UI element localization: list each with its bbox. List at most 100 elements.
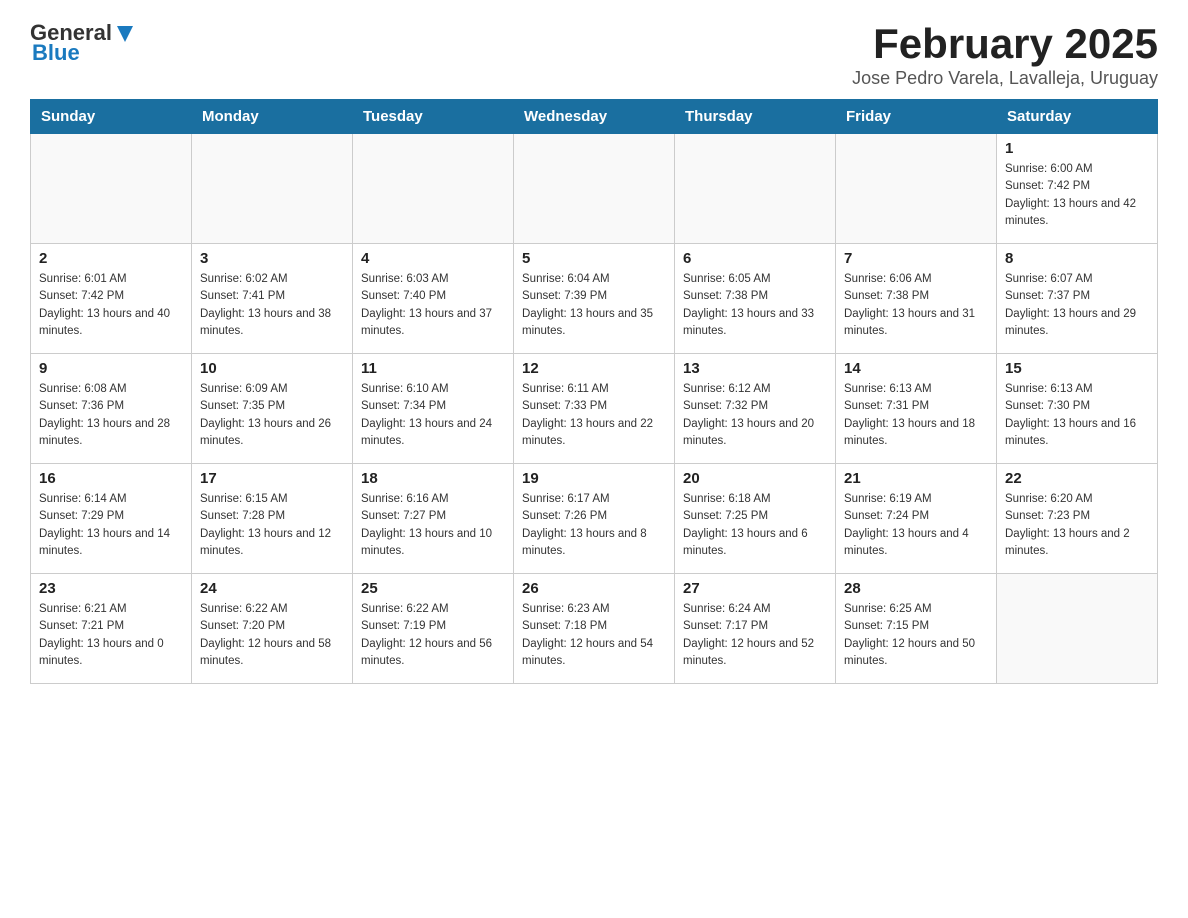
table-row: 27 Sunrise: 6:24 AMSunset: 7:17 PMDayligh… — [675, 574, 836, 684]
table-row: 24 Sunrise: 6:22 AMSunset: 7:20 PMDayligh… — [192, 574, 353, 684]
day-info: Sunrise: 6:02 AMSunset: 7:41 PMDaylight:… — [200, 271, 344, 340]
day-number: 22 — [1005, 470, 1149, 487]
table-row: 12Sunrise: 6:11 AMSunset: 7:33 PMDayligh… — [514, 354, 675, 464]
day-info: Sunrise: 6:04 AMSunset: 7:39 PMDaylight:… — [522, 271, 666, 340]
day-info: Sunrise: 6:22 AMSunset: 7:20 PMDaylight:… — [200, 601, 344, 670]
day-info: Sunrise: 6:23 AMSunset: 7:18 PMDaylight:… — [522, 601, 666, 670]
day-info: Sunrise: 6:24 AMSunset: 7:17 PMDaylight:… — [683, 601, 827, 670]
day-info: Sunrise: 6:13 AMSunset: 7:30 PMDaylight:… — [1005, 381, 1149, 450]
table-row: 4 Sunrise: 6:03 AMSunset: 7:40 PMDaylight… — [353, 244, 514, 354]
day-info: Sunrise: 6:01 AMSunset: 7:42 PMDaylight:… — [39, 271, 183, 340]
day-info: Sunrise: 6:20 AMSunset: 7:23 PMDaylight:… — [1005, 491, 1149, 560]
calendar-week-row: 1 Sunrise: 6:00 AMSunset: 7:42 PMDaylight… — [31, 134, 1158, 244]
day-info: Sunrise: 6:10 AMSunset: 7:34 PMDaylight:… — [361, 381, 505, 450]
day-number: 11 — [361, 360, 505, 377]
calendar-title: February 2025 — [852, 20, 1158, 68]
header-tuesday: Tuesday — [353, 100, 514, 134]
day-number: 16 — [39, 470, 183, 487]
calendar-week-row: 23 Sunrise: 6:21 AMSunset: 7:21 PMDayligh… — [31, 574, 1158, 684]
day-number: 3 — [200, 250, 344, 267]
day-info: Sunrise: 6:13 AMSunset: 7:31 PMDaylight:… — [844, 381, 988, 450]
day-number: 15 — [1005, 360, 1149, 377]
day-number: 24 — [200, 580, 344, 597]
day-number: 10 — [200, 360, 344, 377]
header-friday: Friday — [836, 100, 997, 134]
day-number: 8 — [1005, 250, 1149, 267]
day-info: Sunrise: 6:09 AMSunset: 7:35 PMDaylight:… — [200, 381, 344, 450]
logo-blue: Blue — [32, 40, 80, 66]
day-number: 14 — [844, 360, 988, 377]
table-row: 10 Sunrise: 6:09 AMSunset: 7:35 PMDayligh… — [192, 354, 353, 464]
table-row — [675, 134, 836, 244]
table-row: 14 Sunrise: 6:13 AMSunset: 7:31 PMDayligh… — [836, 354, 997, 464]
table-row: 15 Sunrise: 6:13 AMSunset: 7:30 PMDayligh… — [997, 354, 1158, 464]
header-monday: Monday — [192, 100, 353, 134]
day-info: Sunrise: 6:05 AMSunset: 7:38 PMDaylight:… — [683, 271, 827, 340]
day-number: 27 — [683, 580, 827, 597]
table-row: 19 Sunrise: 6:17 AMSunset: 7:26 PMDayligh… — [514, 464, 675, 574]
day-info: Sunrise: 6:16 AMSunset: 7:27 PMDaylight:… — [361, 491, 505, 560]
calendar-table: Sunday Monday Tuesday Wednesday Thursday… — [30, 99, 1158, 684]
day-number: 21 — [844, 470, 988, 487]
day-info: Sunrise: 6:25 AMSunset: 7:15 PMDaylight:… — [844, 601, 988, 670]
day-number: 23 — [39, 580, 183, 597]
table-row: 22 Sunrise: 6:20 AMSunset: 7:23 PMDayligh… — [997, 464, 1158, 574]
table-row — [514, 134, 675, 244]
table-row: 16 Sunrise: 6:14 AMSunset: 7:29 PMDayligh… — [31, 464, 192, 574]
day-number: 17 — [200, 470, 344, 487]
table-row: 18 Sunrise: 6:16 AMSunset: 7:27 PMDayligh… — [353, 464, 514, 574]
day-number: 1 — [1005, 140, 1149, 157]
day-number: 9 — [39, 360, 183, 377]
page-header: General Blue February 2025 Jose Pedro Va… — [30, 20, 1158, 89]
day-number: 20 — [683, 470, 827, 487]
day-info: Sunrise: 6:07 AMSunset: 7:37 PMDaylight:… — [1005, 271, 1149, 340]
day-info: Sunrise: 6:21 AMSunset: 7:21 PMDaylight:… — [39, 601, 183, 670]
day-info: Sunrise: 6:06 AMSunset: 7:38 PMDaylight:… — [844, 271, 988, 340]
header-wednesday: Wednesday — [514, 100, 675, 134]
day-number: 26 — [522, 580, 666, 597]
logo: General Blue — [30, 20, 136, 66]
day-info: Sunrise: 6:17 AMSunset: 7:26 PMDaylight:… — [522, 491, 666, 560]
table-row — [836, 134, 997, 244]
day-number: 19 — [522, 470, 666, 487]
day-info: Sunrise: 6:03 AMSunset: 7:40 PMDaylight:… — [361, 271, 505, 340]
day-info: Sunrise: 6:22 AMSunset: 7:19 PMDaylight:… — [361, 601, 505, 670]
table-row: 17 Sunrise: 6:15 AMSunset: 7:28 PMDayligh… — [192, 464, 353, 574]
day-number: 13 — [683, 360, 827, 377]
day-number: 18 — [361, 470, 505, 487]
day-info: Sunrise: 6:08 AMSunset: 7:36 PMDaylight:… — [39, 381, 183, 450]
table-row: 2 Sunrise: 6:01 AMSunset: 7:42 PMDaylight… — [31, 244, 192, 354]
calendar-week-row: 9 Sunrise: 6:08 AMSunset: 7:36 PMDaylight… — [31, 354, 1158, 464]
day-number: 28 — [844, 580, 988, 597]
day-info: Sunrise: 6:18 AMSunset: 7:25 PMDaylight:… — [683, 491, 827, 560]
table-row: 21Sunrise: 6:19 AMSunset: 7:24 PMDayligh… — [836, 464, 997, 574]
table-row — [353, 134, 514, 244]
table-row — [997, 574, 1158, 684]
table-row: 9 Sunrise: 6:08 AMSunset: 7:36 PMDaylight… — [31, 354, 192, 464]
calendar-header-row: Sunday Monday Tuesday Wednesday Thursday… — [31, 100, 1158, 134]
day-number: 4 — [361, 250, 505, 267]
table-row: 6Sunrise: 6:05 AMSunset: 7:38 PMDaylight… — [675, 244, 836, 354]
table-row: 5 Sunrise: 6:04 AMSunset: 7:39 PMDaylight… — [514, 244, 675, 354]
day-info: Sunrise: 6:00 AMSunset: 7:42 PMDaylight:… — [1005, 161, 1149, 230]
calendar-week-row: 16 Sunrise: 6:14 AMSunset: 7:29 PMDayligh… — [31, 464, 1158, 574]
day-number: 5 — [522, 250, 666, 267]
calendar-week-row: 2 Sunrise: 6:01 AMSunset: 7:42 PMDaylight… — [31, 244, 1158, 354]
table-row: 23 Sunrise: 6:21 AMSunset: 7:21 PMDayligh… — [31, 574, 192, 684]
table-row: 11 Sunrise: 6:10 AMSunset: 7:34 PMDayligh… — [353, 354, 514, 464]
table-row — [31, 134, 192, 244]
day-number: 2 — [39, 250, 183, 267]
table-row: 3 Sunrise: 6:02 AMSunset: 7:41 PMDaylight… — [192, 244, 353, 354]
day-info: Sunrise: 6:12 AMSunset: 7:32 PMDaylight:… — [683, 381, 827, 450]
table-row: 20 Sunrise: 6:18 AMSunset: 7:25 PMDayligh… — [675, 464, 836, 574]
day-info: Sunrise: 6:11 AMSunset: 7:33 PMDaylight:… — [522, 381, 666, 450]
header-saturday: Saturday — [997, 100, 1158, 134]
table-row: 26 Sunrise: 6:23 AMSunset: 7:18 PMDayligh… — [514, 574, 675, 684]
table-row: 1 Sunrise: 6:00 AMSunset: 7:42 PMDaylight… — [997, 134, 1158, 244]
day-info: Sunrise: 6:15 AMSunset: 7:28 PMDaylight:… — [200, 491, 344, 560]
table-row: 13 Sunrise: 6:12 AMSunset: 7:32 PMDayligh… — [675, 354, 836, 464]
table-row: 7 Sunrise: 6:06 AMSunset: 7:38 PMDaylight… — [836, 244, 997, 354]
day-number: 7 — [844, 250, 988, 267]
table-row: 25Sunrise: 6:22 AMSunset: 7:19 PMDayligh… — [353, 574, 514, 684]
day-info: Sunrise: 6:14 AMSunset: 7:29 PMDaylight:… — [39, 491, 183, 560]
